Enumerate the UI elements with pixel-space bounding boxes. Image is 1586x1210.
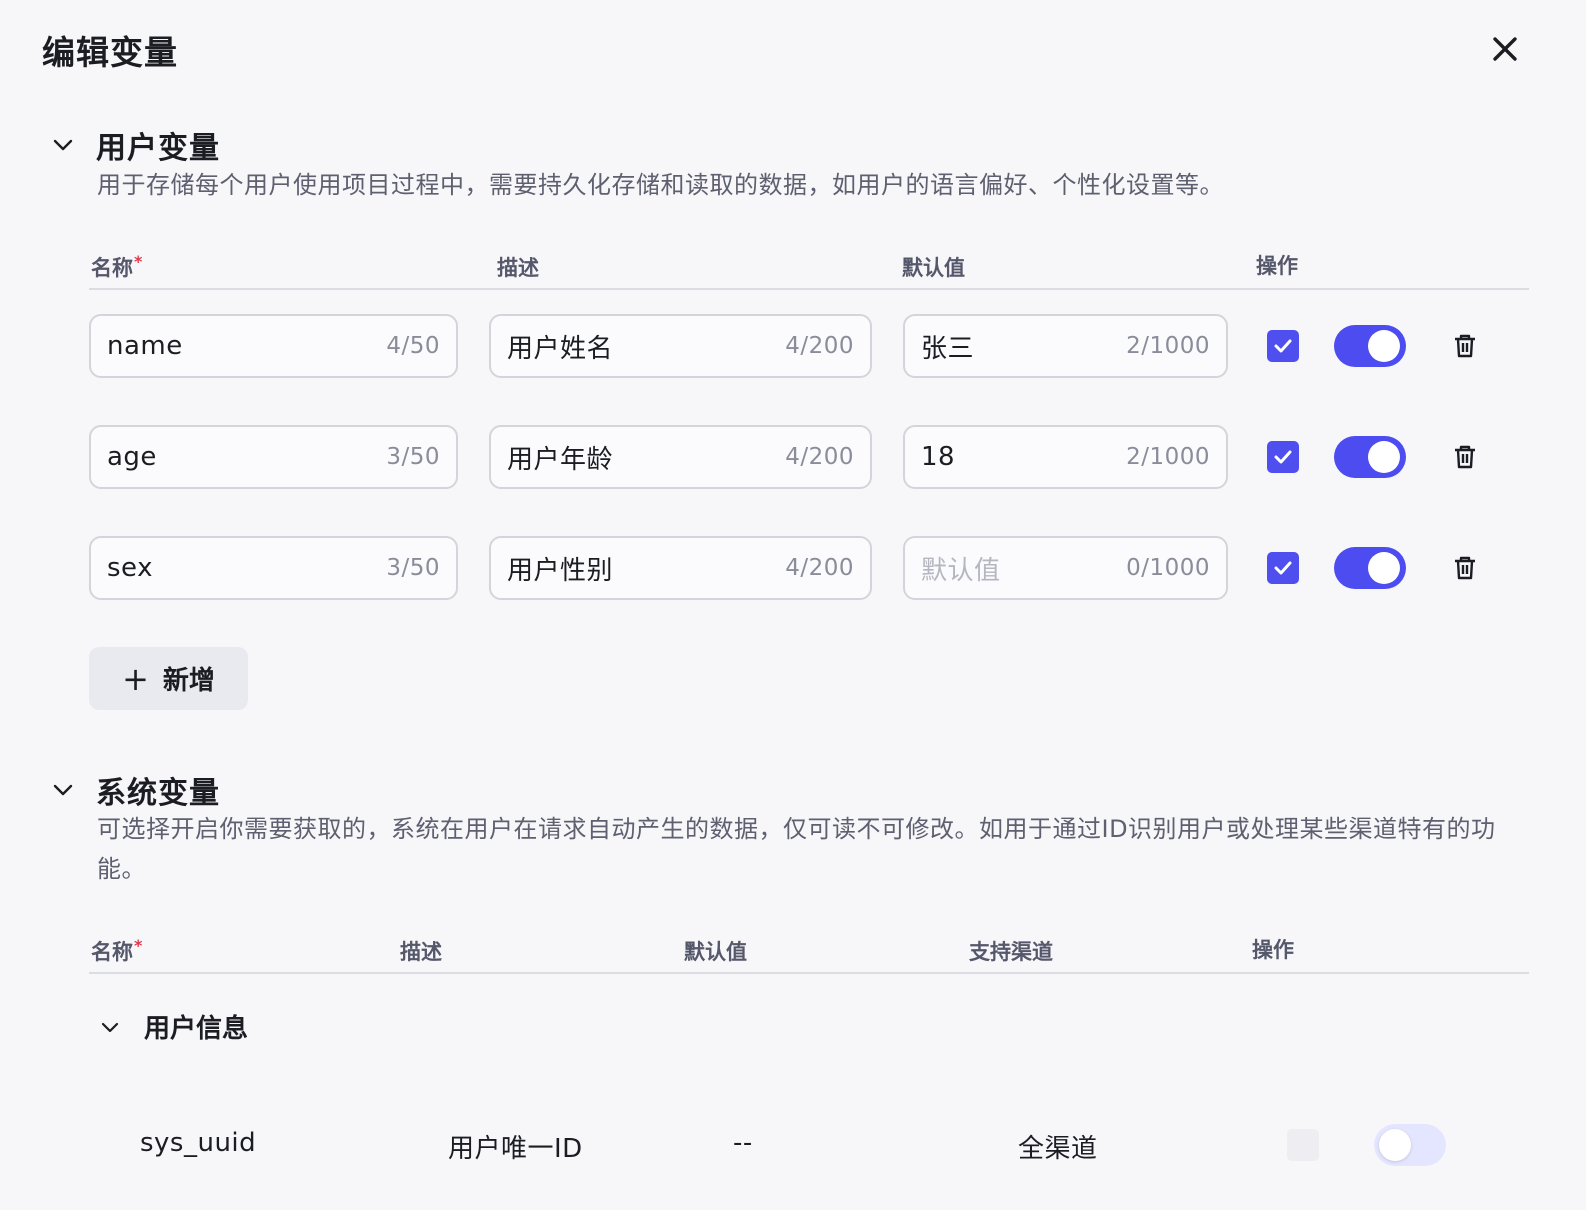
header-divider [89,972,1529,974]
variable-name-input[interactable]: name 4/50 [89,314,458,378]
system-var-name: sys_uuid [140,1128,257,1158]
system-variables-title: 系统变量 [96,776,220,811]
system-var-default: -- [733,1128,753,1158]
system-var-desc: 用户唯一ID [448,1134,583,1164]
char-count: 2/1000 [1126,444,1210,470]
column-default-header: 默认值 [902,256,965,280]
column-default-header: 默认值 [684,940,747,964]
required-mark: * [134,936,143,955]
system-variables-header[interactable]: 系统变量 [50,768,220,812]
toggle-knob [1368,330,1400,362]
char-count: 4/200 [785,555,854,581]
required-mark: * [134,252,143,271]
variable-default-input[interactable]: 18 2/1000 [903,425,1228,489]
enable-toggle[interactable] [1334,325,1406,367]
check-icon [1274,339,1292,353]
enable-toggle[interactable] [1334,547,1406,589]
variable-name-input[interactable]: sex 3/50 [89,536,458,600]
toggle-knob [1368,441,1400,473]
close-button[interactable] [1488,32,1522,66]
check-icon [1274,450,1292,464]
column-name-header: 名称* [91,252,143,280]
variable-desc-input[interactable]: 用户年龄 4/200 [489,425,872,489]
enable-toggle[interactable] [1334,436,1406,478]
delete-button[interactable] [1451,443,1479,471]
trash-icon [1455,445,1475,469]
group-title: 用户信息 [144,1014,249,1044]
chevron-down-icon [101,1022,119,1032]
row-checkbox[interactable] [1267,552,1299,584]
variable-desc-input[interactable]: 用户姓名 4/200 [489,314,872,378]
row-checkbox[interactable] [1267,330,1299,362]
default-placeholder: 默认值 [921,555,1001,586]
row-checkbox[interactable] [1287,1129,1319,1161]
char-count: 4/50 [386,333,440,359]
variable-default-input[interactable]: 默认值 0/1000 [903,536,1228,600]
user-variables-header[interactable]: 用户变量 [50,123,220,167]
plus-icon: + [122,659,149,698]
variable-name-input[interactable]: age 3/50 [89,425,458,489]
delete-button[interactable] [1451,554,1479,582]
enable-toggle[interactable] [1374,1124,1446,1166]
column-desc-header: 描述 [497,256,539,280]
system-var-channel: 全渠道 [1018,1134,1098,1164]
char-count: 3/50 [386,555,440,581]
char-count: 4/200 [785,444,854,470]
char-count: 0/1000 [1126,555,1210,581]
chevron-down-icon [53,784,73,796]
column-name-header: 名称* [91,936,143,964]
trash-icon [1455,556,1475,580]
char-count: 4/200 [785,333,854,359]
close-icon [1493,37,1517,61]
system-variables-description: 可选择开启你需要获取的，系统在用户在请求自动产生的数据，仅可读不可修改。如用于通… [97,815,1496,883]
user-variables-description: 用于存储每个用户使用项目过程中，需要持久化存储和读取的数据，如用户的语言偏好、个… [97,171,1224,199]
char-count: 3/50 [386,444,440,470]
column-ops-header: 操作 [1252,938,1294,962]
toggle-knob [1379,1129,1411,1161]
column-desc-header: 描述 [400,940,442,964]
column-channel-header: 支持渠道 [969,940,1053,964]
variable-desc-input[interactable]: 用户性别 4/200 [489,536,872,600]
dialog-title: 编辑变量 [42,33,178,72]
user-variables-title: 用户变量 [96,131,220,166]
variable-default-input[interactable]: 张三 2/1000 [903,314,1228,378]
trash-icon [1455,334,1475,358]
toggle-knob [1368,552,1400,584]
user-info-group-header[interactable]: 用户信息 [98,1008,248,1045]
header-divider [89,288,1529,290]
delete-button[interactable] [1451,332,1479,360]
row-checkbox[interactable] [1267,441,1299,473]
char-count: 2/1000 [1126,333,1210,359]
chevron-down-icon [53,139,73,151]
add-variable-button[interactable]: + 新增 [89,647,248,710]
edit-variables-dialog: 编辑变量 用户变量 用于存储每个用户使用项目过程中，需要持久化存储和读取的数据，… [0,0,1586,1210]
check-icon [1274,561,1292,575]
column-ops-header: 操作 [1256,254,1298,278]
